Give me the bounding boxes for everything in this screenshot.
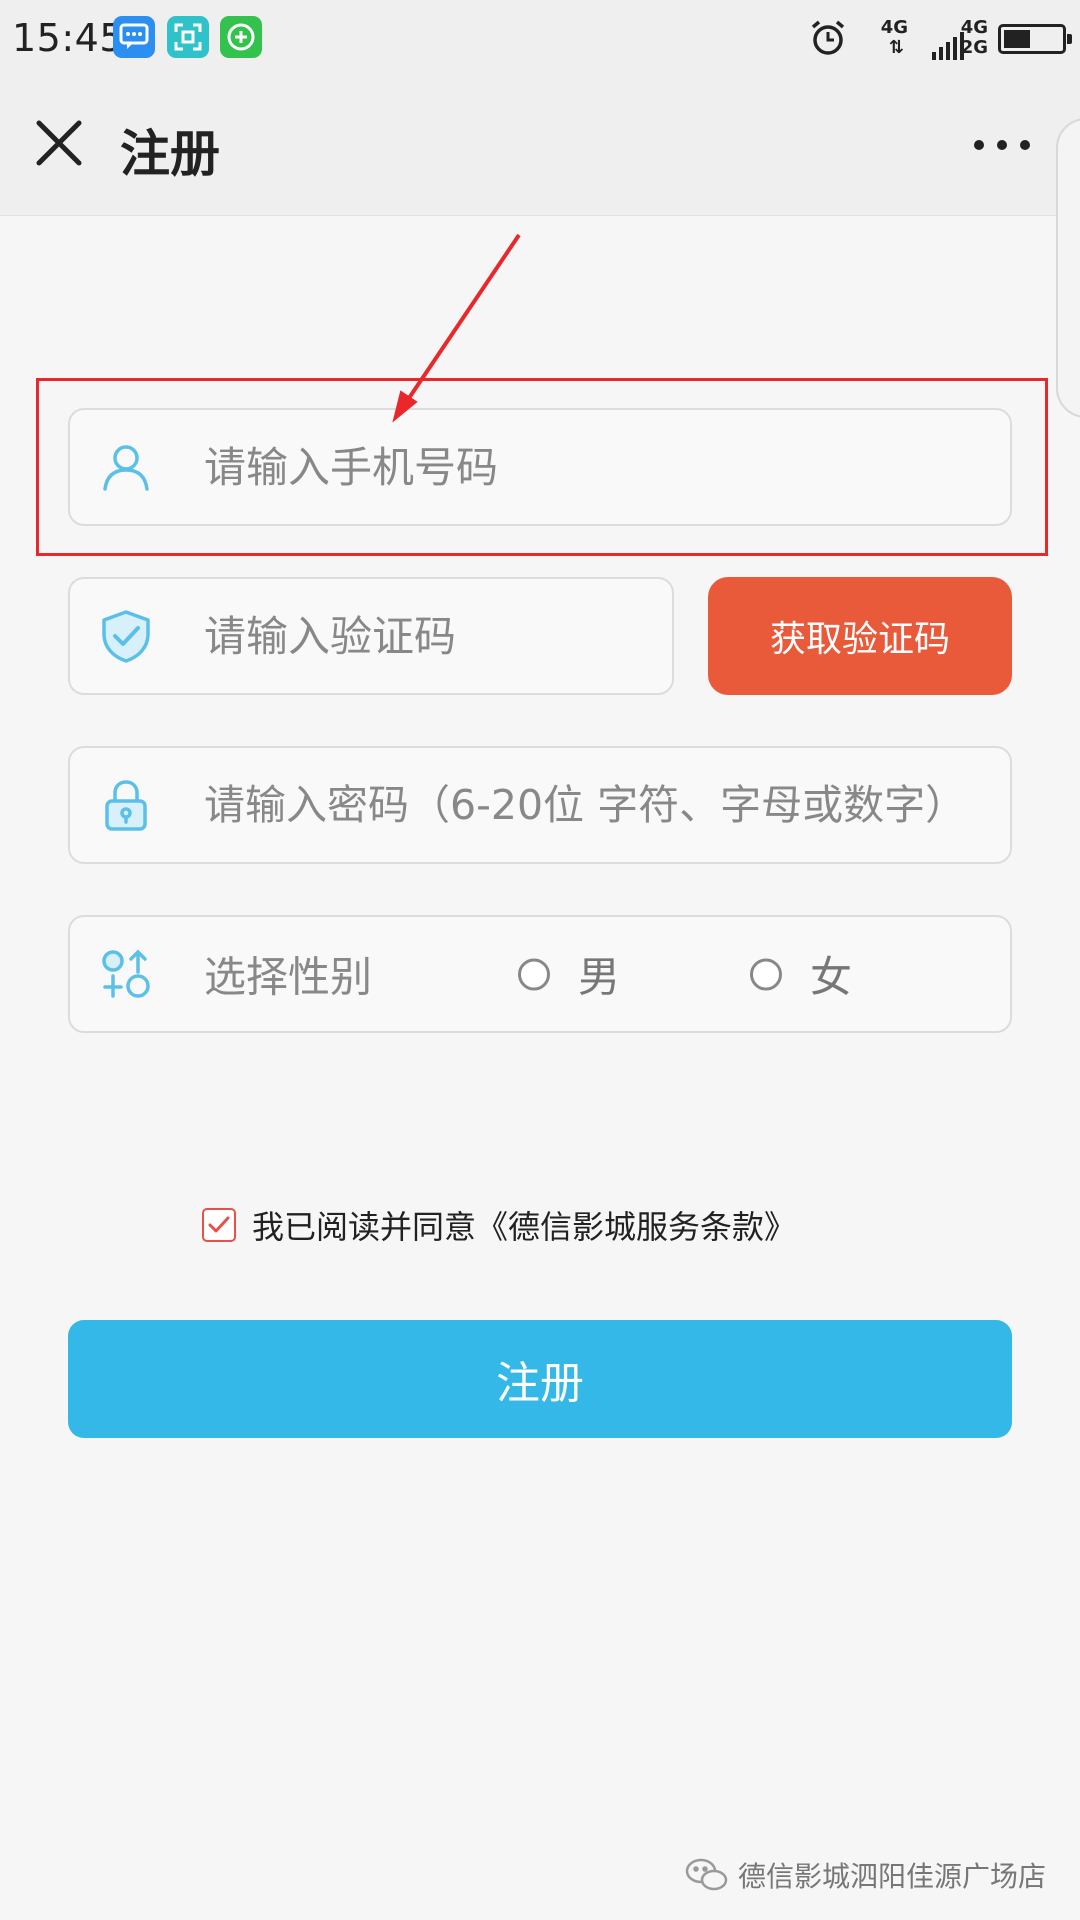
more-icon (974, 140, 984, 150)
status-indicators: 4G ⇅ 4G 2G (811, 14, 1072, 64)
agreement-row: 我已阅读并同意《德信影城服务条款》 (202, 1200, 796, 1250)
signal-icon (932, 20, 964, 60)
gender-female-radio[interactable]: 女 (750, 944, 852, 1005)
agreement-text[interactable]: 我已阅读并同意《德信影城服务条款》 (252, 1202, 796, 1248)
gender-field: 选择性别 男 女 (68, 915, 1012, 1033)
get-code-button[interactable]: 获取验证码 (708, 577, 1012, 695)
network-type-2: 4G (960, 17, 988, 38)
password-field[interactable] (68, 746, 1012, 864)
annotation-highlight-box (36, 378, 1048, 556)
gender-icon (98, 946, 154, 1002)
close-icon (36, 120, 82, 166)
data-arrows-icon: ⇅ (888, 37, 904, 58)
network-type-1: 4G (880, 17, 908, 38)
network-type-3: 2G (960, 37, 988, 58)
watermark-text: 德信影城泗阳佳源广场店 (737, 1860, 1046, 1893)
plus-icon (220, 16, 262, 58)
wechat-icon (685, 1858, 728, 1891)
edge-handle (1056, 118, 1080, 418)
scan-icon (167, 16, 209, 58)
radio-circle (518, 958, 550, 990)
register-button[interactable]: 注册 (68, 1320, 1012, 1438)
battery-icon (998, 24, 1072, 54)
verification-code-field[interactable] (68, 577, 674, 695)
status-bar: 15:45 4G ⇅ 4G 2G (0, 0, 1080, 78)
status-time: 15:45 (12, 16, 125, 60)
shield-check-icon (98, 608, 154, 664)
message-icon (113, 16, 155, 58)
alarm-icon (808, 18, 848, 62)
nav-header: 注册 (0, 78, 1080, 418)
register-screen: 15:45 4G ⇅ 4G 2G 注册 请输入手机号码 请输入验证码 获取验证码… (0, 0, 1080, 1920)
gender-female-label: 女 (810, 952, 853, 1002)
page-title: 注册 (120, 125, 220, 183)
watermark: 德信影城泗阳佳源广场店 (684, 1855, 1046, 1895)
agreement-checkbox[interactable] (202, 1208, 236, 1242)
radio-circle (750, 958, 782, 990)
more-button[interactable] (974, 130, 1030, 160)
close-button[interactable] (34, 118, 84, 168)
password-input[interactable] (204, 748, 1000, 862)
lock-icon (98, 777, 154, 833)
gender-male-label: 男 (578, 952, 621, 1002)
gender-male-radio[interactable]: 男 (518, 944, 620, 1005)
verification-code-input[interactable] (204, 579, 652, 693)
gender-label: 选择性别 (204, 952, 373, 1002)
checkmark-icon (208, 1216, 230, 1233)
